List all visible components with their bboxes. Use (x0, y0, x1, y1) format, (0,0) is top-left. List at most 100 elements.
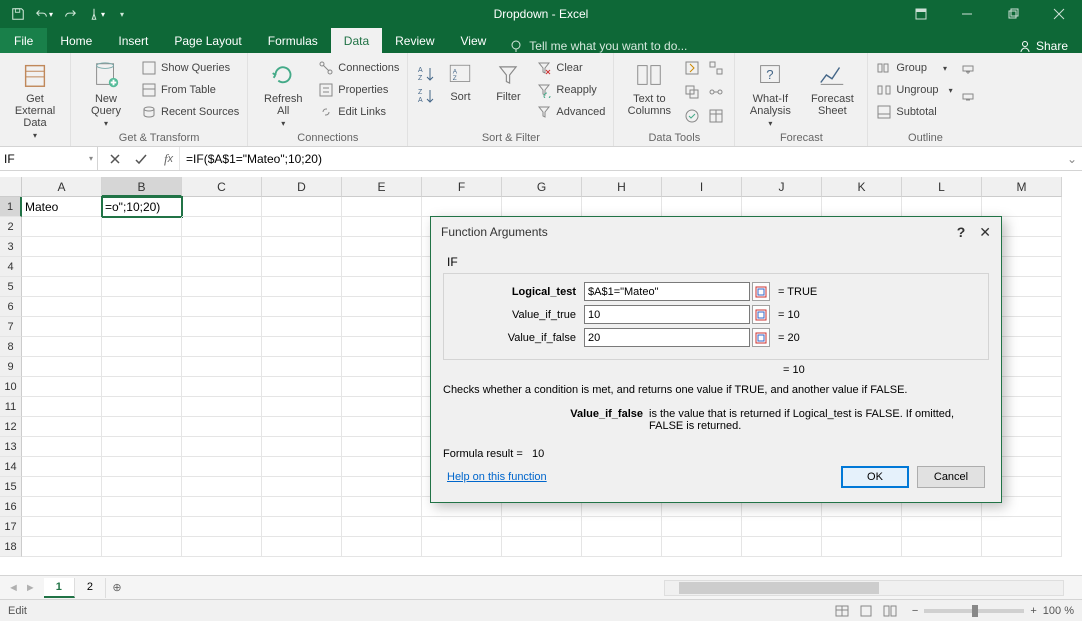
zoom-level[interactable]: 100 % (1043, 605, 1074, 617)
sheet-tab-2[interactable]: 2 (75, 578, 106, 598)
row-header-7[interactable]: 7 (0, 317, 22, 337)
cell-B5[interactable] (102, 277, 182, 297)
tab-formulas[interactable]: Formulas (255, 28, 331, 53)
undo-icon[interactable]: ▾ (32, 3, 56, 25)
column-header-D[interactable]: D (262, 177, 342, 197)
cell-E16[interactable] (342, 497, 422, 517)
cell-J18[interactable] (742, 537, 822, 557)
sort-az-button[interactable]: AZ (414, 61, 434, 83)
manage-data-model-button[interactable] (706, 105, 728, 127)
row-header-15[interactable]: 15 (0, 477, 22, 497)
cell-E8[interactable] (342, 337, 422, 357)
dialog-close-button[interactable]: ✕ (979, 224, 991, 241)
cell-M17[interactable] (982, 517, 1062, 537)
row-header-5[interactable]: 5 (0, 277, 22, 297)
tell-me-search[interactable]: Tell me what you want to do... (499, 39, 697, 53)
cell-C12[interactable] (182, 417, 262, 437)
sort-button[interactable]: AZ Sort (438, 57, 482, 103)
cancel-button[interactable]: Cancel (917, 466, 985, 488)
cell-A7[interactable] (22, 317, 102, 337)
cell-A13[interactable] (22, 437, 102, 457)
normal-view-button[interactable] (830, 602, 854, 620)
share-button[interactable]: Share (1004, 39, 1082, 53)
minimize-button[interactable] (944, 0, 990, 28)
cell-C7[interactable] (182, 317, 262, 337)
cell-H17[interactable] (582, 517, 662, 537)
column-header-B[interactable]: B (102, 177, 182, 197)
cell-A12[interactable] (22, 417, 102, 437)
new-query-button[interactable]: New Query ▾ (77, 57, 135, 128)
close-button[interactable] (1036, 0, 1082, 28)
horizontal-scrollbar[interactable] (664, 580, 1064, 596)
cell-B18[interactable] (102, 537, 182, 557)
page-break-view-button[interactable] (878, 602, 902, 620)
cell-A2[interactable] (22, 217, 102, 237)
forecast-sheet-button[interactable]: Forecast Sheet (803, 57, 861, 117)
cell-D18[interactable] (262, 537, 342, 557)
row-header-10[interactable]: 10 (0, 377, 22, 397)
column-header-L[interactable]: L (902, 177, 982, 197)
cell-M18[interactable] (982, 537, 1062, 557)
row-header-18[interactable]: 18 (0, 537, 22, 557)
consolidate-button[interactable] (706, 57, 728, 79)
cell-C6[interactable] (182, 297, 262, 317)
qat-customize-icon[interactable]: ▾ (110, 3, 134, 25)
recent-sources-button[interactable]: Recent Sources (139, 101, 241, 123)
cell-L18[interactable] (902, 537, 982, 557)
show-detail-button[interactable] (959, 59, 977, 81)
select-all-corner[interactable] (0, 177, 22, 197)
from-table-button[interactable]: From Table (139, 79, 241, 101)
cell-B17[interactable] (102, 517, 182, 537)
row-header-11[interactable]: 11 (0, 397, 22, 417)
cell-F1[interactable] (422, 197, 502, 217)
cell-D15[interactable] (262, 477, 342, 497)
zoom-out-button[interactable]: − (912, 605, 918, 617)
row-header-17[interactable]: 17 (0, 517, 22, 537)
cell-E17[interactable] (342, 517, 422, 537)
scrollbar-thumb[interactable] (679, 582, 879, 594)
cell-E7[interactable] (342, 317, 422, 337)
cell-C17[interactable] (182, 517, 262, 537)
cell-A6[interactable] (22, 297, 102, 317)
zoom-in-button[interactable]: + (1030, 605, 1036, 617)
column-header-C[interactable]: C (182, 177, 262, 197)
arg-input-1[interactable] (584, 305, 750, 324)
cell-C8[interactable] (182, 337, 262, 357)
row-header-2[interactable]: 2 (0, 217, 22, 237)
tab-review[interactable]: Review (382, 28, 447, 53)
cell-B13[interactable] (102, 437, 182, 457)
touch-mode-icon[interactable]: ▾ (84, 3, 108, 25)
row-header-3[interactable]: 3 (0, 237, 22, 257)
cell-E18[interactable] (342, 537, 422, 557)
cell-A14[interactable] (22, 457, 102, 477)
cell-M1[interactable] (982, 197, 1062, 217)
row-header-16[interactable]: 16 (0, 497, 22, 517)
cell-I17[interactable] (662, 517, 742, 537)
column-header-I[interactable]: I (662, 177, 742, 197)
ribbon-display-icon[interactable] (898, 0, 944, 28)
cell-J17[interactable] (742, 517, 822, 537)
cell-C10[interactable] (182, 377, 262, 397)
cell-D10[interactable] (262, 377, 342, 397)
row-header-4[interactable]: 4 (0, 257, 22, 277)
cell-B7[interactable] (102, 317, 182, 337)
cell-E11[interactable] (342, 397, 422, 417)
cell-G18[interactable] (502, 537, 582, 557)
cell-D9[interactable] (262, 357, 342, 377)
cell-B9[interactable] (102, 357, 182, 377)
cell-A5[interactable] (22, 277, 102, 297)
cell-F17[interactable] (422, 517, 502, 537)
cell-E6[interactable] (342, 297, 422, 317)
cell-D16[interactable] (262, 497, 342, 517)
connections-button[interactable]: Connections (316, 57, 401, 79)
formula-input[interactable] (186, 152, 1056, 166)
cell-K18[interactable] (822, 537, 902, 557)
cell-A1[interactable]: Mateo (22, 197, 102, 217)
get-external-data-button[interactable]: Get External Data ▾ (6, 57, 64, 140)
sheet-tab-1[interactable]: 1 (44, 578, 75, 598)
cell-D12[interactable] (262, 417, 342, 437)
ok-button[interactable]: OK (841, 466, 909, 488)
add-sheet-button[interactable]: ⊕ (106, 577, 128, 599)
row-header-1[interactable]: 1 (0, 197, 22, 217)
row-header-8[interactable]: 8 (0, 337, 22, 357)
